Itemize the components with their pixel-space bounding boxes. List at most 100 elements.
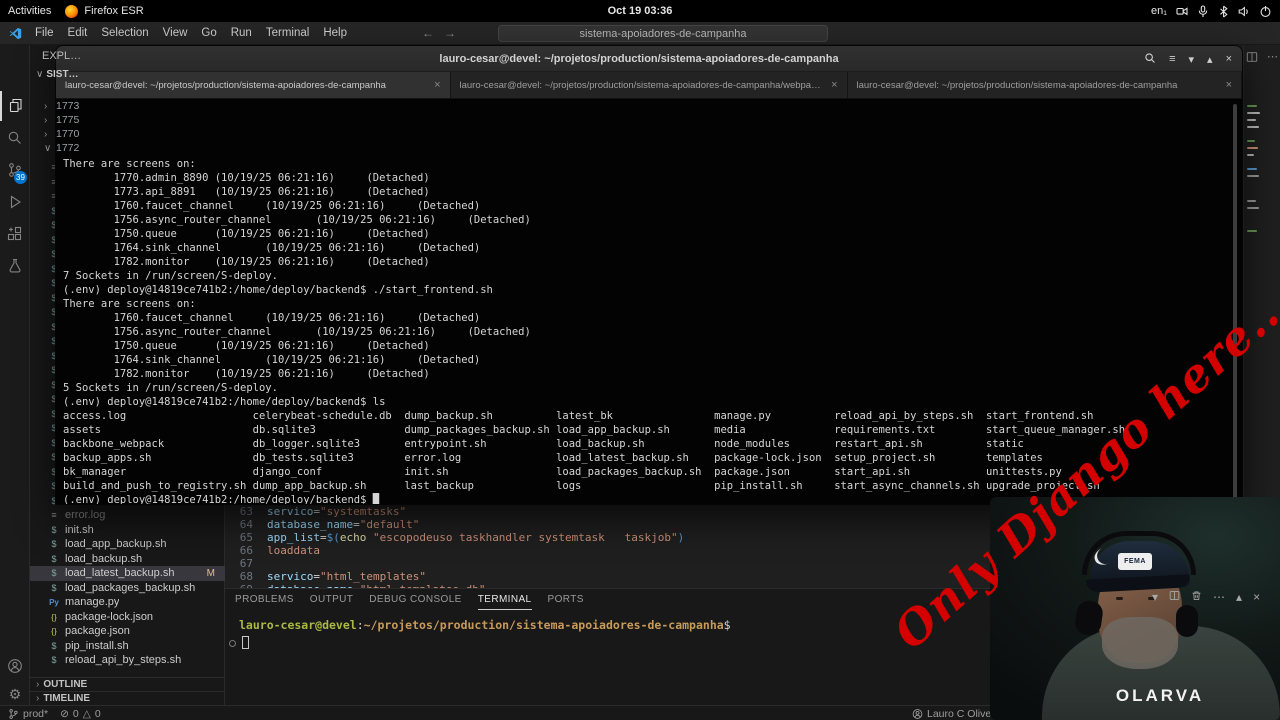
py-file-icon: Py bbox=[49, 597, 59, 607]
terminal-output[interactable]: There are screens on: 1770.admin_8890 (1… bbox=[56, 99, 1242, 504]
vscode-titlebar: File Edit Selection View Go Run Terminal Help ←… bbox=[0, 22, 1280, 45]
run-debug-icon[interactable] bbox=[0, 187, 30, 217]
terminal-window-headerbar[interactable]: lauro-cesar@devel: ~/projetos/production… bbox=[56, 46, 1242, 72]
keyboard-layout-indicator[interactable]: en₁ bbox=[1151, 5, 1167, 17]
source-control-icon[interactable]: 39 bbox=[0, 155, 30, 185]
menu-run[interactable]: Run bbox=[224, 22, 259, 45]
chevron-right-icon: › bbox=[44, 100, 48, 112]
split-terminal-icon[interactable] bbox=[1169, 590, 1180, 604]
branch-indicator[interactable]: prod* bbox=[8, 708, 48, 720]
editor-actions: ⋯ bbox=[1246, 50, 1278, 68]
panel-tabbar: PROBLEMS OUTPUT DEBUG CONSOLE TERMINAL PORTS bbox=[235, 589, 584, 610]
panel-tab-ports[interactable]: PORTS bbox=[548, 589, 584, 610]
file-label: init.sh bbox=[65, 523, 94, 536]
menu-view[interactable]: View bbox=[156, 22, 195, 45]
menu-file[interactable]: File bbox=[28, 22, 61, 45]
panel-tab-terminal[interactable]: TERMINAL bbox=[477, 589, 532, 610]
file-row-pip_install.sh[interactable]: $ pip_install.sh bbox=[30, 639, 225, 654]
terminal-tab-label: lauro-cesar@devel: ~/projetos/production… bbox=[65, 79, 386, 91]
explorer-folder-row[interactable]: › 1775 bbox=[44, 114, 79, 126]
terminal-search-icon[interactable] bbox=[1144, 52, 1156, 67]
gnome-topbar: Activities Firefox ESR Oct 19 03:36 en₁ bbox=[0, 0, 1280, 22]
explorer-folder-row[interactable]: ∨ 1772 bbox=[44, 142, 79, 154]
terminal-tab[interactable]: lauro-cesar@devel: ~/projetos/production… bbox=[450, 72, 848, 98]
workspace-section-header[interactable]: ∨ SIST… bbox=[36, 69, 79, 80]
camera-icon bbox=[1176, 5, 1188, 18]
problems-indicator[interactable]: ⊘ 0 △ 0 bbox=[60, 708, 101, 720]
panel-tab-output[interactable]: OUTPUT bbox=[310, 589, 354, 610]
sh-file-icon: $ bbox=[51, 553, 57, 564]
terminal-maximize-icon[interactable]: ▴ bbox=[1207, 53, 1213, 66]
terminal-tab[interactable]: lauro-cesar@devel: ~/projetos/production… bbox=[847, 72, 1242, 98]
volume-icon bbox=[1238, 5, 1250, 18]
file-label: package-lock.json bbox=[65, 610, 154, 623]
terminal-window[interactable]: lauro-cesar@devel: ~/projetos/production… bbox=[55, 45, 1243, 505]
chevron-down-icon: ∨ bbox=[44, 142, 52, 154]
sh-file-icon: $ bbox=[51, 582, 57, 593]
outline-section[interactable]: › OUTLINE bbox=[30, 677, 225, 691]
account-icon[interactable] bbox=[0, 651, 30, 681]
tab-close-icon[interactable]: × bbox=[1226, 79, 1232, 91]
nav-forward-icon[interactable]: → bbox=[444, 26, 456, 40]
explorer-folder-row[interactable]: › 1770 bbox=[44, 128, 79, 140]
terminal-menu-icon[interactable]: ≡ bbox=[1169, 53, 1175, 65]
chevron-right-icon: › bbox=[36, 693, 40, 704]
menu-selection[interactable]: Selection bbox=[94, 22, 155, 45]
file-row-manage.py[interactable]: Py manage.py bbox=[30, 595, 225, 610]
file-row-load_backup.sh[interactable]: $ load_backup.sh bbox=[30, 552, 225, 567]
extensions-icon[interactable] bbox=[0, 219, 30, 249]
clock[interactable]: Oct 19 03:36 bbox=[0, 0, 1280, 22]
terminal-cursor bbox=[242, 636, 249, 649]
command-decoration[interactable] bbox=[229, 640, 236, 647]
menu-edit[interactable]: Edit bbox=[61, 22, 95, 45]
file-row-load_latest_backup.sh[interactable]: $ load_latest_backup.sh M bbox=[30, 566, 225, 581]
more-actions-icon[interactable]: ⋯ bbox=[1267, 50, 1278, 68]
tab-close-icon[interactable]: × bbox=[831, 79, 837, 91]
command-center[interactable]: sistema-apoiadores-de-campanha bbox=[498, 25, 828, 42]
kill-terminal-icon[interactable] bbox=[1191, 590, 1202, 604]
microphone-icon bbox=[1197, 4, 1209, 18]
file-row-reload_api_by_steps.sh[interactable]: $ reload_api_by_steps.sh bbox=[30, 653, 225, 668]
sidebar-title: EXPL… bbox=[42, 50, 82, 62]
timeline-section[interactable]: › TIMELINE bbox=[30, 691, 225, 705]
screen: Activities Firefox ESR Oct 19 03:36 en₁ … bbox=[0, 0, 1280, 720]
explorer-icon[interactable] bbox=[0, 91, 30, 121]
more-actions-icon[interactable]: ⋯ bbox=[1213, 590, 1225, 604]
split-editor-icon[interactable] bbox=[1246, 50, 1258, 68]
terminal-tab[interactable]: lauro-cesar@devel: ~/projetos/production… bbox=[56, 72, 451, 98]
menu-go[interactable]: Go bbox=[194, 22, 223, 45]
tab-close-icon[interactable]: × bbox=[434, 79, 440, 91]
file-label: error.log bbox=[65, 509, 106, 522]
terminal-chevron-down-icon[interactable]: ▾ bbox=[1189, 53, 1195, 66]
file-label: load_latest_backup.sh bbox=[65, 567, 175, 580]
chevron-down-icon[interactable]: ▾ bbox=[1152, 590, 1158, 604]
person-eye bbox=[1116, 597, 1123, 600]
file-row-package-lock.json[interactable]: {} package-lock.json bbox=[30, 610, 225, 625]
testing-flask-icon[interactable] bbox=[0, 251, 30, 281]
panel-tab-debug-console[interactable]: DEBUG CONSOLE bbox=[369, 589, 461, 610]
terminal-prompt: lauro-cesar@devel:~/projetos/production/… bbox=[239, 618, 731, 632]
search-icon[interactable] bbox=[0, 123, 30, 153]
terminal-scrollbar[interactable] bbox=[1233, 104, 1237, 502]
close-panel-icon[interactable]: × bbox=[1253, 590, 1260, 604]
file-row-load_app_backup.sh[interactable]: $ load_app_backup.sh bbox=[30, 537, 225, 552]
line-number: 67 bbox=[239, 557, 253, 570]
file-row-error.log[interactable]: ≡ error.log bbox=[30, 508, 225, 523]
sh-file-icon: $ bbox=[51, 524, 57, 535]
maximize-panel-icon[interactable]: ▴ bbox=[1236, 590, 1242, 604]
menu-help[interactable]: Help bbox=[316, 22, 354, 45]
scm-badge: 39 bbox=[14, 171, 27, 184]
panel-tab-problems[interactable]: PROBLEMS bbox=[235, 589, 294, 610]
terminal-close-icon[interactable]: × bbox=[1226, 53, 1232, 65]
file-row-init.sh[interactable]: $ init.sh bbox=[30, 523, 225, 538]
explorer-folder-row[interactable]: › 1773 bbox=[44, 100, 79, 112]
warnings-icon: △ bbox=[82, 707, 91, 720]
file-row-package.json[interactable]: {} package.json bbox=[30, 624, 225, 639]
system-tray[interactable]: en₁ bbox=[1151, 0, 1272, 22]
file-row-load_packages_backup.sh[interactable]: $ load_packages_backup.sh bbox=[30, 581, 225, 596]
sh-file-icon: $ bbox=[51, 655, 57, 666]
nav-back-icon[interactable]: ← bbox=[422, 26, 434, 40]
menubar-menus: File Edit Selection View Go Run Terminal Help bbox=[28, 22, 354, 45]
file-label: load_packages_backup.sh bbox=[65, 581, 196, 594]
menu-terminal[interactable]: Terminal bbox=[259, 22, 316, 45]
